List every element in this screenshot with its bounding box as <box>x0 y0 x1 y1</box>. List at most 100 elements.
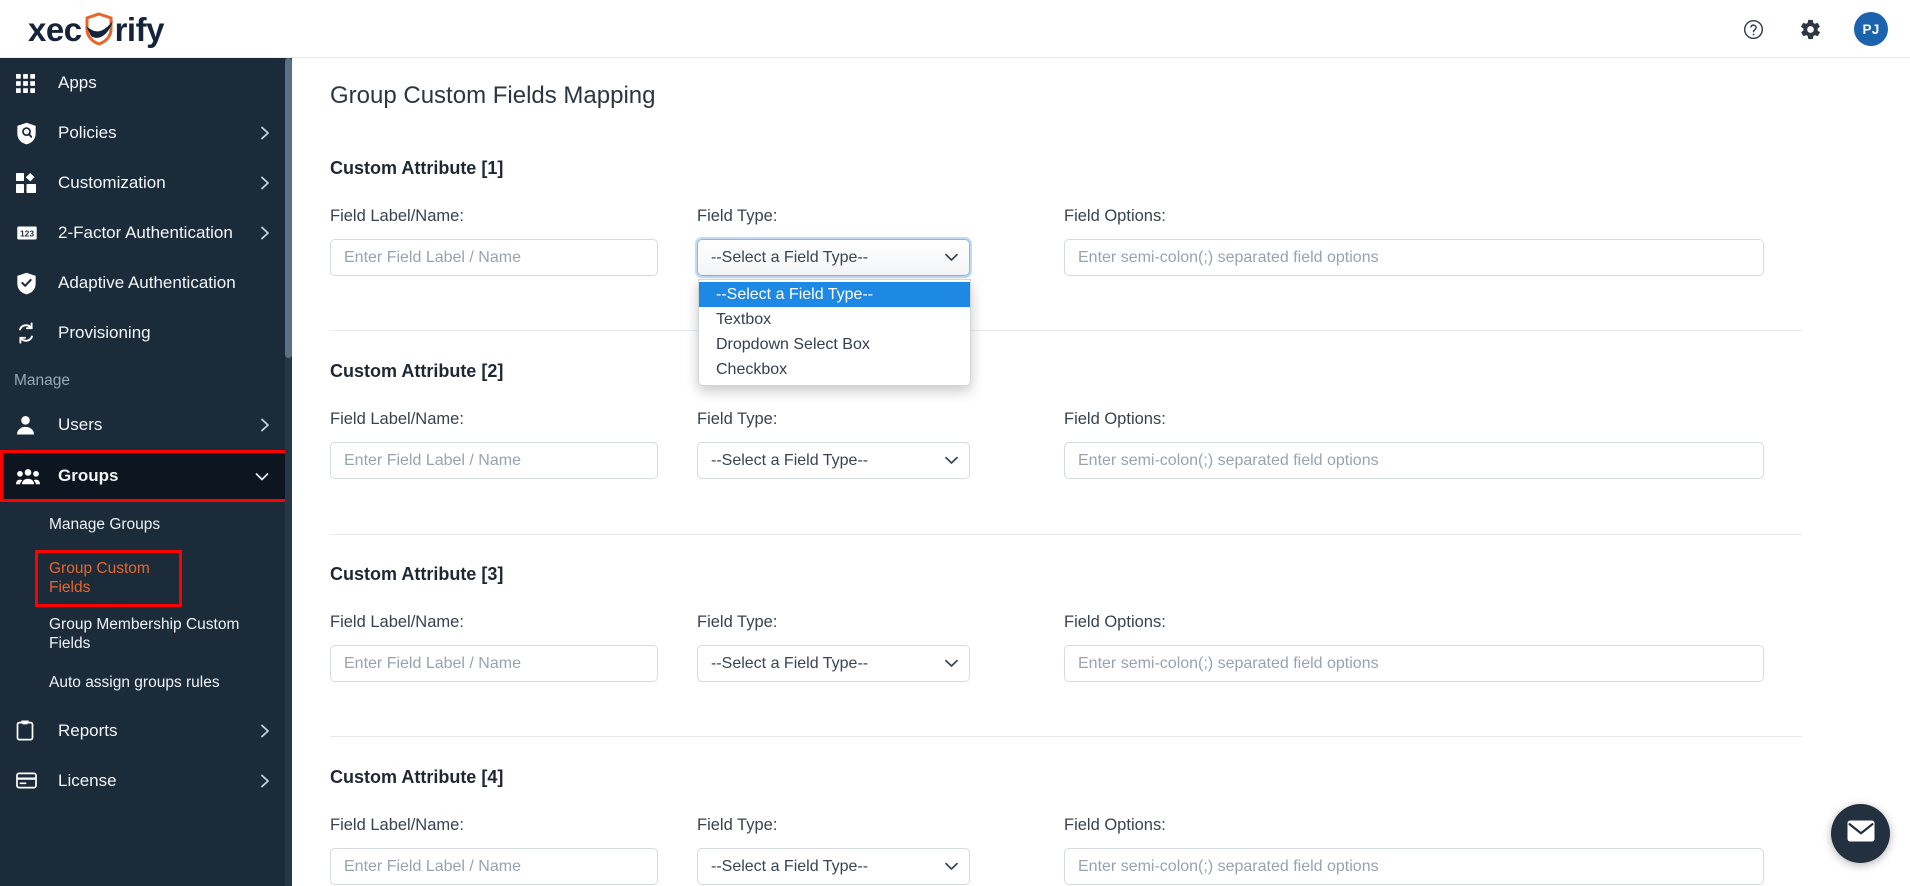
sidebar-item-groups[interactable]: Groups <box>0 450 292 502</box>
field-options-input[interactable] <box>1064 442 1764 479</box>
field-label-name-input[interactable] <box>330 442 658 479</box>
sidebar-item-label: Apps <box>58 73 97 92</box>
sidebar-item-auto-assign-groups-rules[interactable]: Auto assign groups rules <box>0 660 292 706</box>
top-bar-actions: PJ <box>1740 0 1888 58</box>
fields-row: Field Label/Name: Field Type: --Select a… <box>330 816 1830 885</box>
field-type-dropdown-menu[interactable]: --Select a Field Type-- Textbox Dropdown… <box>698 279 971 386</box>
page-title: Group Custom Fields Mapping <box>330 82 656 109</box>
sidebar-item-group-custom-fields[interactable]: Group Custom Fields <box>35 550 182 607</box>
customization-icon <box>16 171 44 195</box>
chevron-down-icon <box>944 657 958 671</box>
field-options-column: Field Options: <box>1064 207 1764 276</box>
field-type-select-value: --Select a Field Type-- <box>711 857 869 875</box>
sidebar-item-apps[interactable]: Apps <box>0 58 292 108</box>
sidebar-item-group-membership-custom-fields[interactable]: Group Membership Custom Fields <box>0 609 292 660</box>
numeric-123-icon: 123 <box>16 221 44 245</box>
field-label-name-input[interactable] <box>330 645 658 682</box>
sidebar-scroll-area: Apps Policies Customization 123 2-Factor… <box>0 58 292 886</box>
sidebar-item-2fa[interactable]: 123 2-Factor Authentication <box>0 208 292 258</box>
chevron-right-icon <box>258 418 272 432</box>
field-label-name-label: Field Label/Name: <box>330 410 464 428</box>
field-options-input[interactable] <box>1064 645 1764 682</box>
field-type-select-value: --Select a Field Type-- <box>711 451 869 469</box>
sidebar-item-label: Groups <box>58 466 119 485</box>
field-options-label: Field Options: <box>1064 613 1166 631</box>
chevron-right-icon <box>258 724 272 738</box>
sidebar-subitem-label: Manage Groups <box>49 516 161 534</box>
field-label-column: Field Label/Name: <box>330 613 697 682</box>
field-options-input[interactable] <box>1064 848 1764 885</box>
sidebar-subitem-label: Auto assign groups rules <box>49 673 220 691</box>
section-divider <box>330 330 1802 331</box>
field-options-column: Field Options: <box>1064 816 1764 885</box>
field-type-label: Field Type: <box>697 207 778 225</box>
sidebar: Apps Policies Customization 123 2-Factor… <box>0 58 292 886</box>
sidebar-item-policies[interactable]: Policies <box>0 108 292 158</box>
sidebar-item-reports[interactable]: Reports <box>0 706 292 756</box>
sidebar-item-provisioning[interactable]: Provisioning <box>0 308 292 358</box>
sidebar-item-license[interactable]: License <box>0 756 292 806</box>
sidebar-item-label: Users <box>58 415 103 434</box>
dropdown-option[interactable]: --Select a Field Type-- <box>699 282 970 307</box>
shield-check-icon <box>16 271 44 295</box>
field-type-label: Field Type: <box>697 410 778 428</box>
field-type-column: Field Type: --Select a Field Type-- --Se… <box>697 207 1064 386</box>
field-type-column: Field Type: --Select a Field Type-- <box>697 613 1064 682</box>
dropdown-option[interactable]: Checkbox <box>699 357 970 382</box>
field-options-label: Field Options: <box>1064 207 1166 225</box>
field-type-select[interactable]: --Select a Field Type-- <box>697 442 970 479</box>
field-options-label: Field Options: <box>1064 410 1166 428</box>
custom-attribute-block-2: Custom Attribute [2] Field Label/Name: F… <box>330 361 1830 479</box>
clipboard-icon <box>16 719 44 743</box>
sidebar-item-label: License <box>58 770 117 790</box>
fields-row: Field Label/Name: Field Type: --Select a… <box>330 613 1830 682</box>
field-type-select[interactable]: --Select a Field Type-- --Select a Field… <box>697 239 971 386</box>
chevron-down-icon <box>255 469 269 483</box>
chat-support-button[interactable] <box>1831 804 1890 863</box>
sidebar-item-adaptive-authentication[interactable]: Adaptive Authentication <box>0 258 292 308</box>
field-options-input[interactable] <box>1064 239 1764 276</box>
app-logo[interactable]: xec rify <box>28 9 164 49</box>
sidebar-item-label: Adaptive Authentication <box>58 273 236 292</box>
sidebar-section-manage: Manage <box>14 372 71 389</box>
sidebar-scrollbar-thumb[interactable] <box>285 58 292 358</box>
field-label-column: Field Label/Name: <box>330 410 697 479</box>
custom-attribute-block-3: Custom Attribute [3] Field Label/Name: F… <box>330 564 1830 682</box>
dropdown-option[interactable]: Textbox <box>699 307 970 332</box>
card-icon <box>16 769 44 793</box>
chevron-right-icon <box>258 126 272 140</box>
section-divider <box>330 736 1802 737</box>
app-root: xec rify PJ Apps Policies Customization … <box>0 0 1910 886</box>
dropdown-option[interactable]: Dropdown Select Box <box>699 332 970 357</box>
field-label-name-input[interactable] <box>330 848 658 885</box>
field-label-name-label: Field Label/Name: <box>330 816 464 834</box>
chevron-down-icon <box>944 454 958 468</box>
envelope-chat-icon <box>1847 820 1875 847</box>
field-label-column: Field Label/Name: <box>330 207 697 276</box>
chevron-right-icon <box>258 176 272 190</box>
fields-row: Field Label/Name: Field Type: --Select a… <box>330 410 1830 479</box>
logo-text-prefix: xec <box>28 10 82 48</box>
top-bar: xec rify PJ <box>0 0 1910 58</box>
svg-text:123: 123 <box>20 228 34 238</box>
field-type-column: Field Type: --Select a Field Type-- <box>697 410 1064 479</box>
field-type-select[interactable]: --Select a Field Type-- <box>697 645 970 682</box>
sidebar-item-manage-groups[interactable]: Manage Groups <box>0 502 292 548</box>
field-options-column: Field Options: <box>1064 410 1764 479</box>
field-label-column: Field Label/Name: <box>330 816 697 885</box>
custom-attribute-block-1: Custom Attribute [1] Field Label/Name: F… <box>330 158 1830 386</box>
field-type-select[interactable]: --Select a Field Type-- <box>697 848 970 885</box>
users-group-icon <box>16 464 44 488</box>
attribute-title: Custom Attribute [4] <box>330 767 504 787</box>
chevron-right-icon <box>258 774 272 788</box>
field-label-name-label: Field Label/Name: <box>330 613 464 631</box>
sidebar-item-label: 2-Factor Authentication <box>58 223 233 242</box>
gear-icon[interactable] <box>1797 16 1823 42</box>
sidebar-item-users[interactable]: Users <box>0 400 292 450</box>
field-type-select-value: --Select a Field Type-- <box>711 654 869 672</box>
avatar[interactable]: PJ <box>1854 12 1888 46</box>
sidebar-subitem-label: Group Custom Fields <box>49 560 150 597</box>
question-circle-icon[interactable] <box>1740 16 1766 42</box>
sidebar-item-customization[interactable]: Customization <box>0 158 292 208</box>
field-label-name-input[interactable] <box>330 239 658 276</box>
